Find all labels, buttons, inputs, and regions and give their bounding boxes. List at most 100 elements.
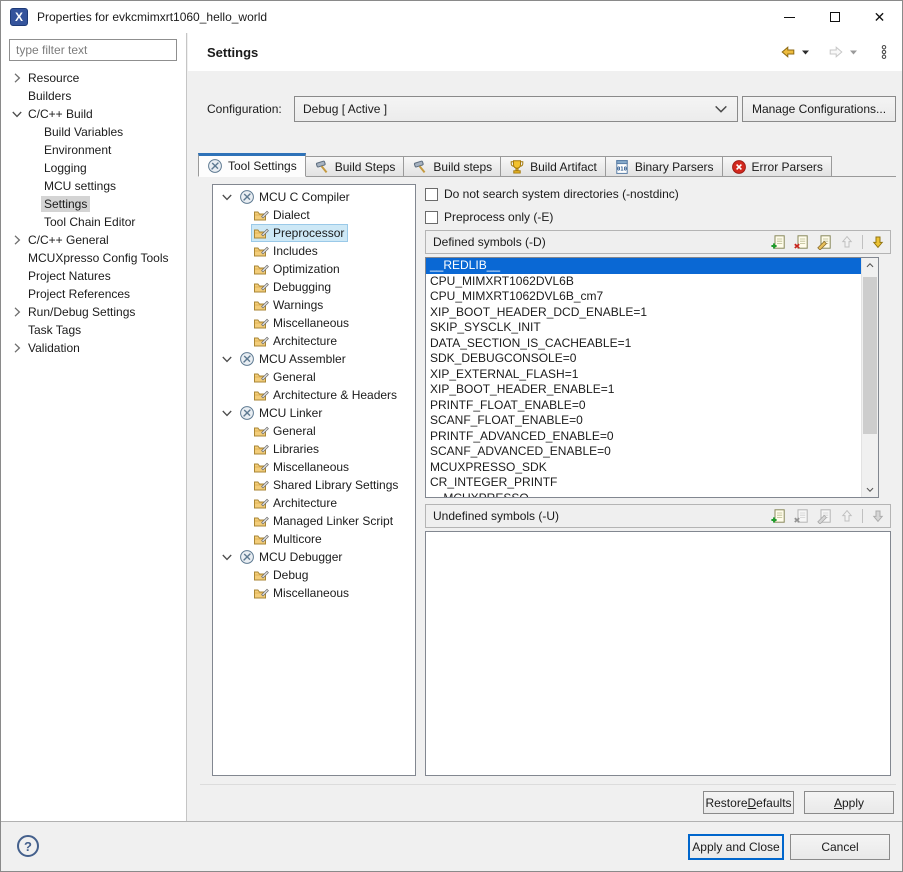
checkbox-box[interactable] xyxy=(425,188,438,201)
tool-tree-item-architecture-headers[interactable]: Architecture & Headers xyxy=(213,386,415,404)
sidebar-item-run-debug-settings[interactable]: Run/Debug Settings xyxy=(1,303,186,321)
tab-item-build-steps-2[interactable]: Build steps xyxy=(403,156,501,177)
tool-tree-item-mcu-debugger[interactable]: MCU Debugger xyxy=(213,548,415,566)
symbol-row[interactable]: MCUXPRESSO_SDK xyxy=(426,460,861,476)
sidebar-item-build-variables[interactable]: Build Variables xyxy=(1,123,186,141)
tool-tree-item-dialect[interactable]: Dialect xyxy=(213,206,415,224)
sidebar-item-validation[interactable]: Validation xyxy=(1,339,186,357)
filter-input[interactable] xyxy=(9,39,177,61)
tab-item-build-steps[interactable]: Build Steps xyxy=(305,156,405,177)
tool-tree-item-shared-library-settings[interactable]: Shared Library Settings xyxy=(213,476,415,494)
configuration-dropdown[interactable]: Debug [ Active ] xyxy=(294,96,738,122)
sidebar-item-resource[interactable]: Resource xyxy=(1,69,186,87)
cancel-button[interactable]: Cancel xyxy=(790,834,890,860)
sidebar-item-task-tags[interactable]: Task Tags xyxy=(1,321,186,339)
scrollbar-thumb[interactable] xyxy=(863,277,877,434)
chevron-down-icon[interactable] xyxy=(9,106,25,122)
sidebar-item-logging[interactable]: Logging xyxy=(1,159,186,177)
symbol-row[interactable]: __MCUXPRESSO xyxy=(426,491,861,499)
symbol-row[interactable]: SCANF_ADVANCED_ENABLE=0 xyxy=(426,444,861,460)
sidebar-item-mcu-settings[interactable]: MCU settings xyxy=(1,177,186,195)
edit-symbol-icon[interactable] xyxy=(816,234,832,250)
tool-tree-item-miscellaneous[interactable]: Miscellaneous xyxy=(213,314,415,332)
sidebar-item-tool-chain-editor[interactable]: Tool Chain Editor xyxy=(1,213,186,231)
scroll-up-icon[interactable] xyxy=(862,258,878,273)
chevron-right-icon[interactable] xyxy=(9,232,25,248)
back-icon[interactable] xyxy=(780,44,796,60)
tool-tree-item-optimization[interactable]: Optimization xyxy=(213,260,415,278)
add-symbol-icon[interactable] xyxy=(770,234,786,250)
view-menu-icon[interactable] xyxy=(876,44,892,60)
sidebar-item-project-natures[interactable]: Project Natures xyxy=(1,267,186,285)
tool-tree-item-architecture[interactable]: Architecture xyxy=(213,332,415,350)
sidebar-item-label: Tool Chain Editor xyxy=(41,214,138,230)
tool-tree-item-preprocessor[interactable]: Preprocessor xyxy=(213,224,415,242)
symbol-row[interactable]: CR_INTEGER_PRINTF xyxy=(426,475,861,491)
sidebar-item-c-c-general[interactable]: C/C++ General xyxy=(1,231,186,249)
tool-tree-item-mcu-c-compiler[interactable]: MCU C Compiler xyxy=(213,188,415,206)
checkbox-box[interactable] xyxy=(425,211,438,224)
tool-tree-item-libraries[interactable]: Libraries xyxy=(213,440,415,458)
sidebar-item-c-c-build[interactable]: C/C++ Build xyxy=(1,105,186,123)
add-symbol-icon[interactable] xyxy=(770,508,786,524)
chevron-right-icon[interactable] xyxy=(9,340,25,356)
tool-tree-item-miscellaneous-3[interactable]: Miscellaneous xyxy=(213,584,415,602)
chevron-down-icon[interactable] xyxy=(219,351,235,367)
preprocess-only-checkbox[interactable]: Preprocess only (-E) xyxy=(425,210,553,224)
tab-item-build-artifact[interactable]: Build Artifact xyxy=(500,156,606,177)
symbol-row[interactable]: SDK_DEBUGCONSOLE=0 xyxy=(426,351,861,367)
tool-tree-item-miscellaneous-2[interactable]: Miscellaneous xyxy=(213,458,415,476)
tool-tree-item-general-2[interactable]: General xyxy=(213,422,415,440)
tool-tree-item-debug[interactable]: Debug xyxy=(213,566,415,584)
symbol-row[interactable]: XIP_BOOT_HEADER_DCD_ENABLE=1 xyxy=(426,305,861,321)
tool-tree-item-architecture-2[interactable]: Architecture xyxy=(213,494,415,512)
tool-tree-item-multicore[interactable]: Multicore xyxy=(213,530,415,548)
scroll-down-icon[interactable] xyxy=(862,482,878,497)
restore-defaults-button[interactable]: Restore Defaults xyxy=(703,791,794,814)
symbol-row[interactable]: SKIP_SYSCLK_INIT xyxy=(426,320,861,336)
defined-symbols-scrollbar[interactable] xyxy=(861,258,878,497)
apply-and-close-button[interactable]: Apply and Close xyxy=(688,834,784,860)
sidebar-item-project-references[interactable]: Project References xyxy=(1,285,186,303)
tab-item-tool-settings[interactable]: Tool Settings xyxy=(198,153,306,177)
sidebar-item-mcuxpresso-config-tools[interactable]: MCUXpresso Config Tools xyxy=(1,249,186,267)
chevron-right-icon[interactable] xyxy=(9,304,25,320)
sidebar-item-builders[interactable]: Builders xyxy=(1,87,186,105)
symbol-row[interactable]: __REDLIB__ xyxy=(426,258,861,274)
nostdinc-checkbox[interactable]: Do not search system directories (-nostd… xyxy=(425,187,679,201)
minimize-button[interactable] xyxy=(767,1,812,33)
chevron-down-icon[interactable] xyxy=(219,189,235,205)
help-button[interactable]: ? xyxy=(17,835,39,857)
sidebar-item-environment[interactable]: Environment xyxy=(1,141,186,159)
symbol-row[interactable]: PRINTF_ADVANCED_ENABLE=0 xyxy=(426,429,861,445)
chevron-down-icon[interactable] xyxy=(219,549,235,565)
sidebar-item-settings[interactable]: Settings xyxy=(1,195,186,213)
symbol-row[interactable]: SCANF_FLOAT_ENABLE=0 xyxy=(426,413,861,429)
symbol-row[interactable]: XIP_EXTERNAL_FLASH=1 xyxy=(426,367,861,383)
tool-tree-item-warnings[interactable]: Warnings xyxy=(213,296,415,314)
delete-symbol-icon[interactable] xyxy=(793,234,809,250)
chevron-down-icon[interactable] xyxy=(219,405,235,421)
symbol-row[interactable]: DATA_SECTION_IS_CACHEABLE=1 xyxy=(426,336,861,352)
symbol-row[interactable]: XIP_BOOT_HEADER_ENABLE=1 xyxy=(426,382,861,398)
tool-tree-item-general[interactable]: General xyxy=(213,368,415,386)
tool-tree-item-debugging[interactable]: Debugging xyxy=(213,278,415,296)
tool-tree-item-mcu-linker[interactable]: MCU Linker xyxy=(213,404,415,422)
undefined-symbols-list[interactable] xyxy=(425,531,891,776)
properties-dialog: X Properties for evkcmimxrt1060_hello_wo… xyxy=(0,0,903,872)
tool-tree-item-includes[interactable]: Includes xyxy=(213,242,415,260)
move-down-icon[interactable] xyxy=(870,234,886,250)
tab-item-binary-parsers[interactable]: 010Binary Parsers xyxy=(605,156,723,177)
apply-button[interactable]: Apply xyxy=(804,791,894,814)
symbol-row[interactable]: PRINTF_FLOAT_ENABLE=0 xyxy=(426,398,861,414)
tool-tree-item-mcu-assembler[interactable]: MCU Assembler xyxy=(213,350,415,368)
symbol-row[interactable]: CPU_MIMXRT1062DVL6B_cm7 xyxy=(426,289,861,305)
back-history-caret-icon[interactable] xyxy=(801,49,810,56)
chevron-right-icon[interactable] xyxy=(9,70,25,86)
close-button[interactable]: ✕ xyxy=(857,1,902,33)
maximize-button[interactable] xyxy=(812,1,857,33)
tab-item-error-parsers[interactable]: Error Parsers xyxy=(722,156,832,177)
tool-tree-item-managed-linker-script[interactable]: Managed Linker Script xyxy=(213,512,415,530)
manage-configurations-button[interactable]: Manage Configurations... xyxy=(742,96,896,122)
symbol-row[interactable]: CPU_MIMXRT1062DVL6B xyxy=(426,274,861,290)
